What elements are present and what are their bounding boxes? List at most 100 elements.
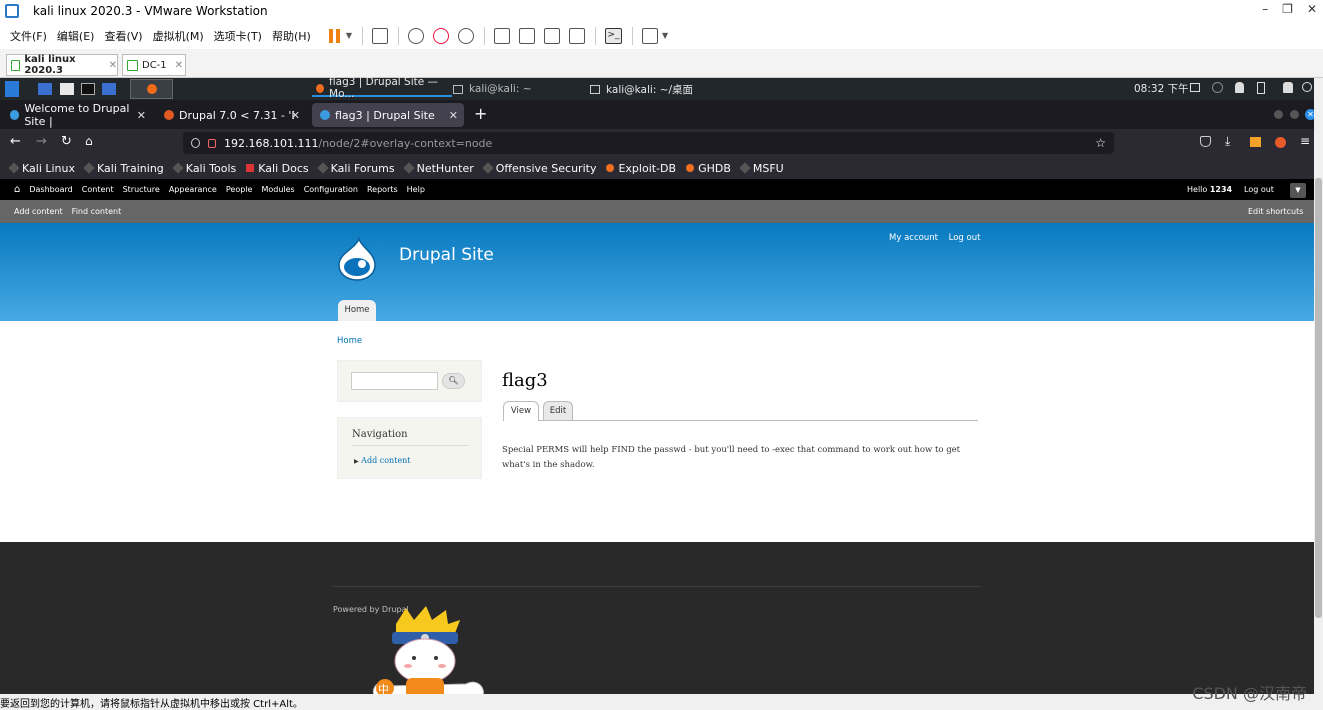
vm-tab-dc1[interactable]: DC-1 ✕ (122, 54, 186, 76)
taskbar-window-firefox[interactable]: flag3 | Drupal Site — Mo... (312, 76, 452, 100)
toolbar-people[interactable]: People (226, 185, 253, 194)
extension-icon[interactable] (1250, 137, 1261, 147)
display-icon[interactable] (1190, 83, 1200, 92)
main-menu-home[interactable]: Home (338, 300, 376, 321)
snapshot-icon[interactable] (407, 27, 424, 44)
notification-bell-icon[interactable] (1235, 82, 1244, 93)
toolbar-content[interactable]: Content (82, 185, 114, 194)
stretch-icon[interactable] (641, 27, 658, 44)
toolbar-structure[interactable]: Structure (123, 185, 160, 194)
menu-file[interactable]: 文件(F) (10, 28, 47, 44)
bookmark-ghdb[interactable]: GHDB (686, 162, 731, 175)
maximize-icon[interactable]: ❐ (1282, 2, 1293, 16)
insecure-lock-icon[interactable] (208, 138, 216, 148)
pause-icon[interactable] (328, 28, 340, 43)
toolbar-reports[interactable]: Reports (367, 185, 398, 194)
vm-tab-kali[interactable]: kali linux 2020.3 ✕ (6, 54, 118, 76)
hamburger-menu-icon[interactable]: ≡ (1300, 134, 1310, 148)
close-icon[interactable]: ✕ (175, 60, 183, 71)
nav-item-add-content[interactable]: ▶ Add content (354, 456, 411, 465)
files-icon[interactable] (60, 83, 74, 95)
toolbar-logout[interactable]: Log out (1244, 185, 1274, 194)
console-icon[interactable]: >_ (604, 27, 622, 44)
browser-tab-exploit[interactable]: Drupal 7.0 < 7.31 - 'Drupa ✕ (156, 103, 306, 127)
power-icon[interactable] (1302, 82, 1312, 92)
bookmark-kali-forums[interactable]: Kali Forums (316, 162, 395, 175)
close-tab-icon[interactable]: ✕ (137, 109, 146, 122)
username[interactable]: 1234 (1210, 185, 1232, 194)
bookmark-kali-linux[interactable]: Kali Linux (8, 162, 75, 175)
home-icon[interactable]: ⌂ (14, 184, 20, 195)
taskbar-window-terminal-2[interactable]: kali@kali: ~/桌面 (590, 81, 730, 97)
fullscreen-icon[interactable] (543, 27, 560, 44)
reload-icon[interactable]: ↻ (61, 134, 72, 149)
taskbar-window-terminal-1[interactable]: kali@kali: ~ (453, 81, 573, 97)
screenshot-icon[interactable] (102, 83, 116, 95)
maximize-icon[interactable] (1290, 110, 1299, 119)
shortcuts-toggle-icon[interactable]: ▼ (1290, 183, 1306, 198)
clock[interactable]: 08:32 下午 (1134, 81, 1189, 97)
foxyproxy-icon[interactable] (1275, 137, 1286, 148)
url-bar[interactable]: 192.168.101.111/node/2#overlay-context=n… (183, 132, 1114, 154)
close-icon[interactable]: ✕ (1307, 2, 1317, 16)
menu-tabs[interactable]: 选项卡(T) (214, 28, 262, 44)
back-icon[interactable]: ← (10, 134, 21, 149)
minimize-icon[interactable]: – (1262, 2, 1268, 16)
terminal-icon[interactable] (81, 83, 95, 95)
stretch-dropdown-icon[interactable]: ▼ (662, 31, 668, 40)
site-name[interactable]: Drupal Site (399, 245, 494, 265)
home-icon[interactable]: ⌂ (85, 134, 93, 148)
battery-icon[interactable] (1257, 82, 1265, 94)
unity-icon[interactable] (568, 27, 585, 44)
new-tab-icon[interactable]: + (474, 104, 487, 123)
firefox-launcher[interactable] (130, 79, 173, 99)
shield-icon[interactable] (191, 138, 200, 148)
pocket-icon[interactable] (1200, 136, 1211, 147)
breadcrumb[interactable]: Home (337, 336, 362, 346)
search-button[interactable]: 🔍︎ (442, 373, 465, 389)
downloads-icon[interactable]: ⤓ (1225, 134, 1230, 149)
browser-tab-flag3[interactable]: flag3 | Drupal Site ✕ (312, 103, 464, 127)
pause-dropdown-icon[interactable]: ▼ (346, 31, 352, 40)
edit-shortcuts-link[interactable]: Edit shortcuts (1248, 207, 1303, 216)
header-logout-link[interactable]: Log out (949, 233, 981, 243)
close-tab-icon[interactable]: ✕ (449, 109, 458, 122)
sidebar-icon[interactable] (493, 27, 510, 44)
shortcut-find-content[interactable]: Find content (72, 207, 122, 216)
forward-icon[interactable]: → (36, 134, 47, 149)
minimize-icon[interactable] (1274, 110, 1283, 119)
my-account-link[interactable]: My account (889, 233, 938, 243)
bookmark-star-icon[interactable]: ☆ (1095, 136, 1106, 150)
bookmark-kali-training[interactable]: Kali Training (83, 162, 164, 175)
menu-edit[interactable]: 编辑(E) (57, 28, 95, 44)
bookmark-kali-tools[interactable]: Kali Tools (172, 162, 236, 175)
toolbar-configuration[interactable]: Configuration (304, 185, 358, 194)
thumbnail-icon[interactable] (518, 27, 535, 44)
tab-view[interactable]: View (503, 401, 539, 421)
snapshot-manager-icon[interactable] (457, 27, 474, 44)
kali-menu-icon[interactable] (5, 81, 19, 97)
search-input[interactable] (351, 372, 438, 390)
vertical-scrollbar[interactable] (1314, 78, 1323, 694)
tab-edit[interactable]: Edit (543, 401, 573, 420)
revert-snapshot-icon[interactable] (432, 27, 449, 44)
scroll-thumb[interactable] (1315, 178, 1322, 618)
menu-view[interactable]: 查看(V) (104, 28, 142, 44)
close-tab-icon[interactable]: ✕ (291, 109, 300, 122)
bookmark-msfu[interactable]: MSFU (739, 162, 784, 175)
bookmark-kali-docs[interactable]: Kali Docs (246, 162, 309, 175)
browser-tab-welcome[interactable]: Welcome to Drupal Site | ✕ (2, 102, 152, 128)
bookmark-nethunter[interactable]: NetHunter (402, 162, 474, 175)
lock-icon[interactable] (1283, 82, 1293, 93)
toolbar-help[interactable]: Help (407, 185, 425, 194)
toolbar-dashboard[interactable]: Dashboard (29, 185, 72, 194)
menu-help[interactable]: 帮助(H) (272, 28, 311, 44)
send-keys-icon[interactable] (371, 27, 388, 44)
menu-vm[interactable]: 虚拟机(M) (153, 28, 204, 44)
toolbar-modules[interactable]: Modules (261, 185, 294, 194)
drupal-logo-icon[interactable] (337, 237, 377, 281)
toolbar-appearance[interactable]: Appearance (169, 185, 217, 194)
bookmark-offensive-security[interactable]: Offensive Security (482, 162, 596, 175)
network-off-icon[interactable] (1212, 82, 1223, 93)
desktop-icon[interactable] (38, 83, 52, 95)
